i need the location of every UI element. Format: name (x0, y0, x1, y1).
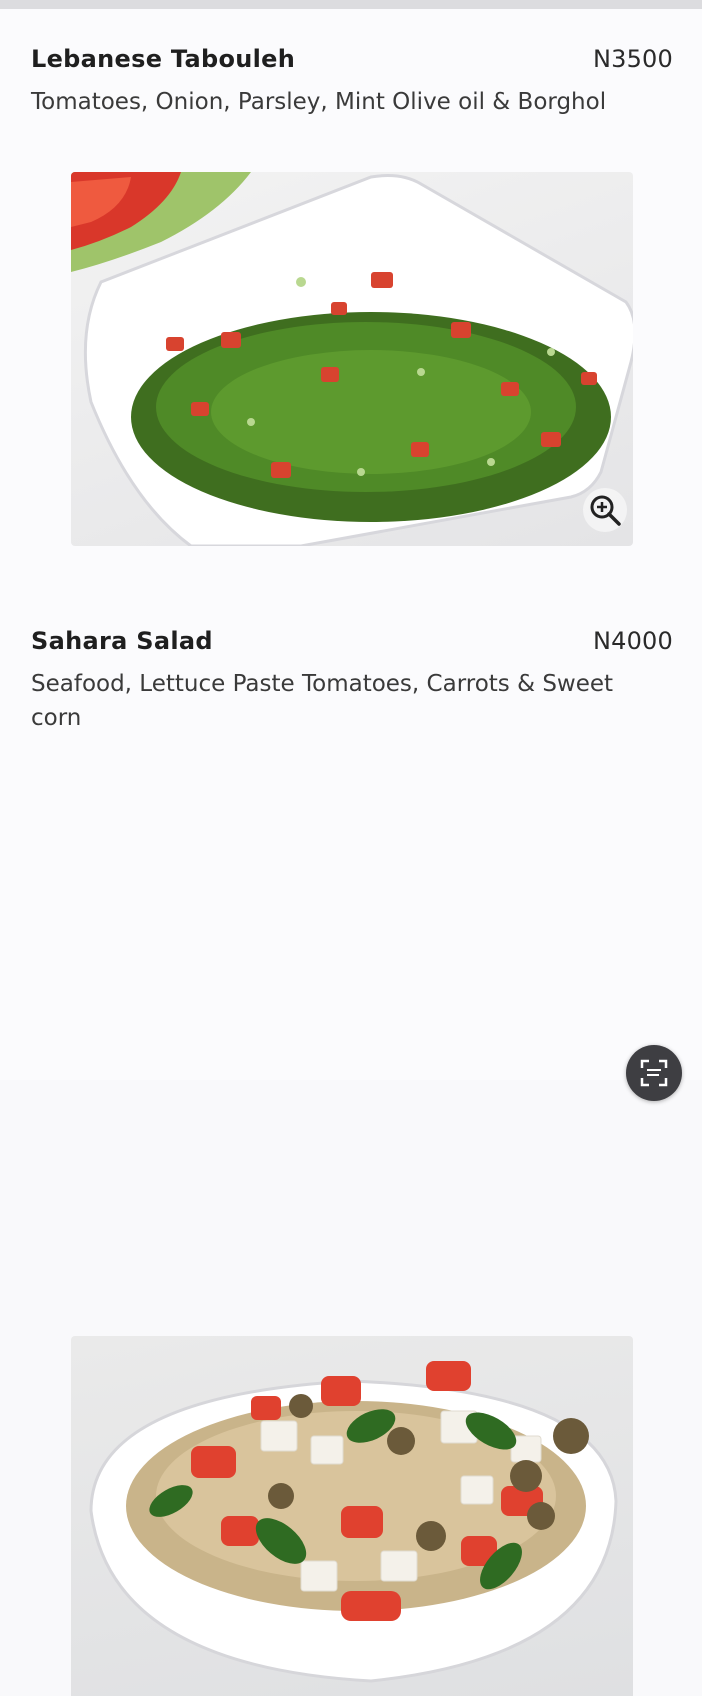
zoom-in-icon (590, 495, 621, 526)
menu-item-name: Lebanese Tabouleh (31, 45, 296, 73)
scan-icon (640, 1059, 668, 1087)
menu-item-price: N4000 (592, 627, 673, 655)
menu-item-price: N3500 (592, 45, 673, 73)
menu-item-description: Seafood, Lettuce Paste Tomatoes, Carrots… (31, 671, 614, 731)
menu-item-name: Sahara Salad (31, 627, 213, 655)
tabouleh-illustration (71, 172, 633, 546)
sahara-salad-illustration (89, 1361, 618, 1683)
zoom-in-button[interactable] (583, 488, 627, 532)
scan-button[interactable] (626, 1045, 682, 1101)
menu-item-header: Lebanese Tabouleh N3500 (31, 43, 673, 77)
menu-page[interactable]: Lebanese Tabouleh N3500 Tomatoes, Onion,… (0, 9, 702, 1696)
menu-item-description: Tomatoes, Onion, Parsley, Mint Olive oil… (31, 89, 607, 115)
tabouleh-photo[interactable] (71, 172, 633, 546)
menu-item-header: Sahara Salad N4000 (31, 625, 673, 659)
sahara-salad-photo[interactable] (71, 1336, 633, 1696)
top-divider (0, 0, 702, 9)
